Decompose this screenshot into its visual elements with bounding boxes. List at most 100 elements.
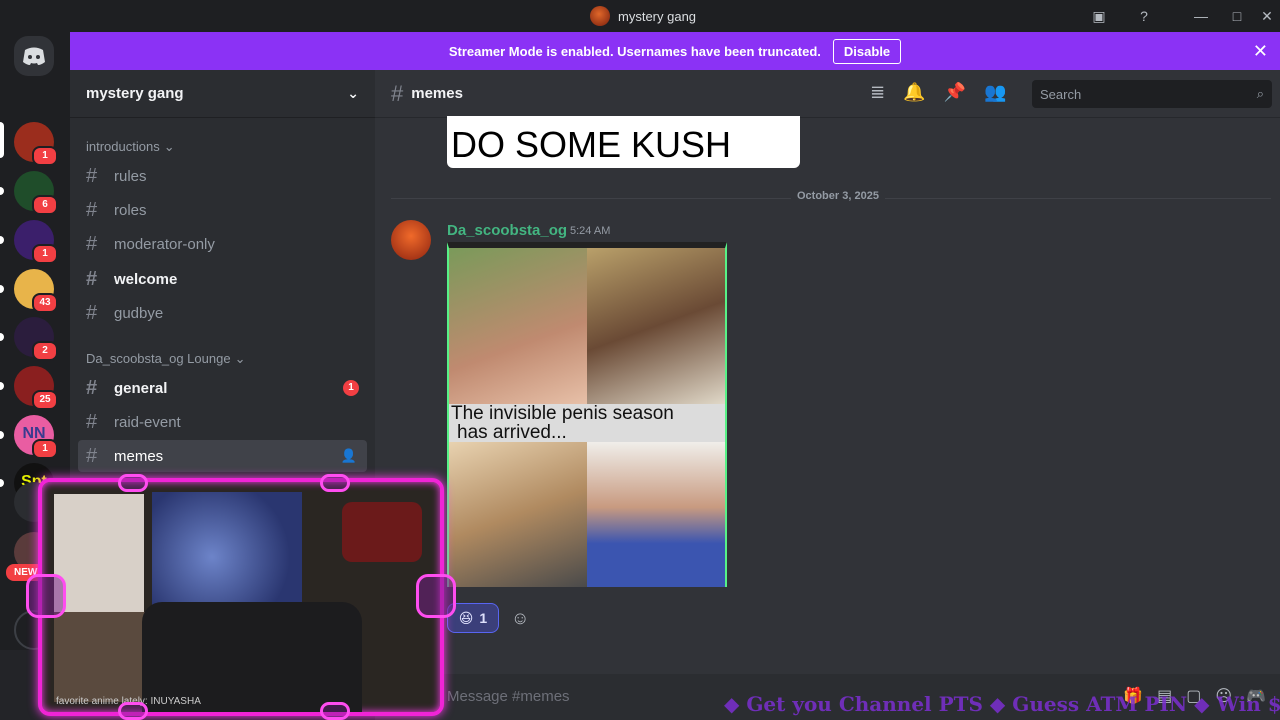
channel-moderator-only[interactable]: # moderator-only xyxy=(78,228,367,260)
hash-icon: # xyxy=(86,198,98,221)
channel-roles[interactable]: # roles xyxy=(78,194,367,226)
category-label: introductions xyxy=(86,139,160,154)
minimize-button[interactable]: — xyxy=(1190,6,1212,26)
unread-badge: 25 xyxy=(32,390,58,410)
title-bar: mystery gang ▣ ? — □ ✕ xyxy=(0,0,1280,32)
channel-label: memes xyxy=(114,447,164,465)
meme-photo-2 xyxy=(587,248,725,404)
reaction-emoji: 😆 xyxy=(458,609,474,626)
channel-label: roles xyxy=(114,201,147,219)
channel-label: raid-event xyxy=(114,413,181,431)
meme-photo-1 xyxy=(449,248,587,404)
add-reaction-icon[interactable]: ☺ xyxy=(511,608,529,629)
members-icon[interactable]: 👥 xyxy=(984,82,1006,103)
unread-badge: 1 xyxy=(32,244,58,264)
header-toolbar: ≣ 🔔 📌 👥 xyxy=(870,82,1006,103)
search-placeholder: Search xyxy=(1040,86,1082,102)
meme-caption-line: has arrived... xyxy=(457,422,567,443)
date-divider-label: October 3, 2025 xyxy=(791,190,885,202)
channel-welcome[interactable]: # welcome xyxy=(78,263,367,295)
message-timestamp: 5:24 AM xyxy=(570,225,611,237)
image-attachment[interactable]: The invisible penis season has arrived..… xyxy=(447,242,727,587)
channel-label: moderator-only xyxy=(114,235,215,253)
streamer-mode-banner: Streamer Mode is enabled. Usernames have… xyxy=(70,32,1280,70)
webcam-overlay: favorite anime lately: INUYASHA xyxy=(38,478,444,716)
channel-raid-event[interactable]: # raid-event xyxy=(78,406,367,438)
maximize-button[interactable]: □ xyxy=(1226,6,1248,26)
channel-general[interactable]: # general 1 xyxy=(78,372,367,404)
avatar[interactable] xyxy=(391,220,431,260)
reaction-count: 1 xyxy=(479,610,488,626)
pin-icon[interactable]: 📌 xyxy=(944,82,966,103)
invite-icon[interactable]: 👤 xyxy=(341,448,357,464)
channel-label: gudbye xyxy=(114,304,164,322)
server-icon[interactable]: 1 xyxy=(0,122,58,166)
unread-badge: 43 xyxy=(32,293,58,313)
neon-cloud-icon xyxy=(320,702,350,720)
cam-bag xyxy=(342,502,422,562)
channel-memes[interactable]: # memes 👤 xyxy=(78,440,367,472)
server-icon xyxy=(590,6,610,26)
meme-caption-line: The invisible penis season xyxy=(451,403,674,424)
category-introductions[interactable]: introductions ⌄ xyxy=(86,139,175,155)
message-input-placeholder: Message #memes xyxy=(447,688,570,705)
hash-icon: # xyxy=(86,267,98,290)
bell-icon[interactable]: 🔔 xyxy=(903,82,925,103)
hash-icon: # xyxy=(86,232,98,255)
unread-indicator xyxy=(0,285,4,293)
channel-label: general xyxy=(114,379,168,397)
server-icon[interactable]: 6 xyxy=(0,171,58,215)
server-icon[interactable]: 2 xyxy=(0,317,58,361)
unread-indicator xyxy=(0,187,4,195)
neon-cloud-icon xyxy=(118,702,148,720)
hash-icon: # xyxy=(86,164,98,187)
hash-icon: # xyxy=(86,444,98,467)
neon-cloud-icon xyxy=(320,474,350,492)
unread-badge: 2 xyxy=(32,341,58,361)
guild-name: mystery gang xyxy=(86,85,184,102)
unread-indicator xyxy=(0,333,4,341)
channel-gudbye[interactable]: # gudbye xyxy=(78,297,367,329)
channel-name: memes xyxy=(411,85,463,102)
window-title: mystery gang xyxy=(590,6,696,26)
meme-photo-3 xyxy=(449,442,587,587)
chat-area: # memes ≣ 🔔 📌 👥 Search ⌕ DO SOME KUSH UP… xyxy=(375,70,1280,720)
threads-icon[interactable]: ≣ xyxy=(870,82,885,103)
unread-indicator xyxy=(0,236,4,244)
neon-cloud-icon xyxy=(118,474,148,492)
unread-badge: 1 xyxy=(32,146,58,166)
hash-icon: # xyxy=(86,301,98,324)
close-banner-icon[interactable]: ✕ xyxy=(1253,41,1268,62)
meme-caption: The invisible penis season has arrived..… xyxy=(449,404,725,442)
cam-wall xyxy=(54,494,144,614)
server-icon[interactable]: 1 xyxy=(0,220,58,264)
unread-badge: 6 xyxy=(32,195,58,215)
server-icon[interactable]: NN 1 xyxy=(0,415,58,459)
meme-photo-4 xyxy=(587,442,725,587)
hash-icon: # xyxy=(86,376,98,399)
discord-home-icon[interactable] xyxy=(14,36,54,76)
help-icon[interactable]: ? xyxy=(1133,6,1155,26)
disable-streamer-mode-button[interactable]: Disable xyxy=(832,38,902,64)
search-input[interactable]: Search ⌕ xyxy=(1032,80,1272,108)
chevron-down-icon: ⌄ xyxy=(163,139,175,154)
category-lounge[interactable]: Da_scoobsta_og Lounge ⌄ xyxy=(86,351,245,367)
message-author[interactable]: Da_scoobsta_og xyxy=(447,222,567,239)
hash-icon: # xyxy=(86,410,98,433)
server-icon[interactable]: 25 xyxy=(0,366,58,410)
close-window-button[interactable]: ✕ xyxy=(1256,6,1278,26)
mention-badge: 1 xyxy=(343,380,359,396)
channel-label: welcome xyxy=(114,270,178,288)
unread-indicator xyxy=(0,431,4,439)
unread-badge: 1 xyxy=(32,439,58,459)
banner-text: Streamer Mode is enabled. Usernames have… xyxy=(448,43,821,59)
guild-header[interactable]: mystery gang ⌄ xyxy=(70,70,375,118)
search-icon: ⌕ xyxy=(1256,86,1264,101)
channel-rules[interactable]: # rules xyxy=(78,160,367,192)
server-icon[interactable]: 43 xyxy=(0,269,58,313)
inbox-icon[interactable]: ▣ xyxy=(1088,6,1110,26)
image-text: DO SOME KUSH UPS xyxy=(451,124,732,165)
date-divider: October 3, 2025 xyxy=(391,190,1271,202)
previous-image-attachment[interactable]: DO SOME KUSH UPS xyxy=(447,116,800,168)
neon-lantern-icon xyxy=(416,574,456,618)
